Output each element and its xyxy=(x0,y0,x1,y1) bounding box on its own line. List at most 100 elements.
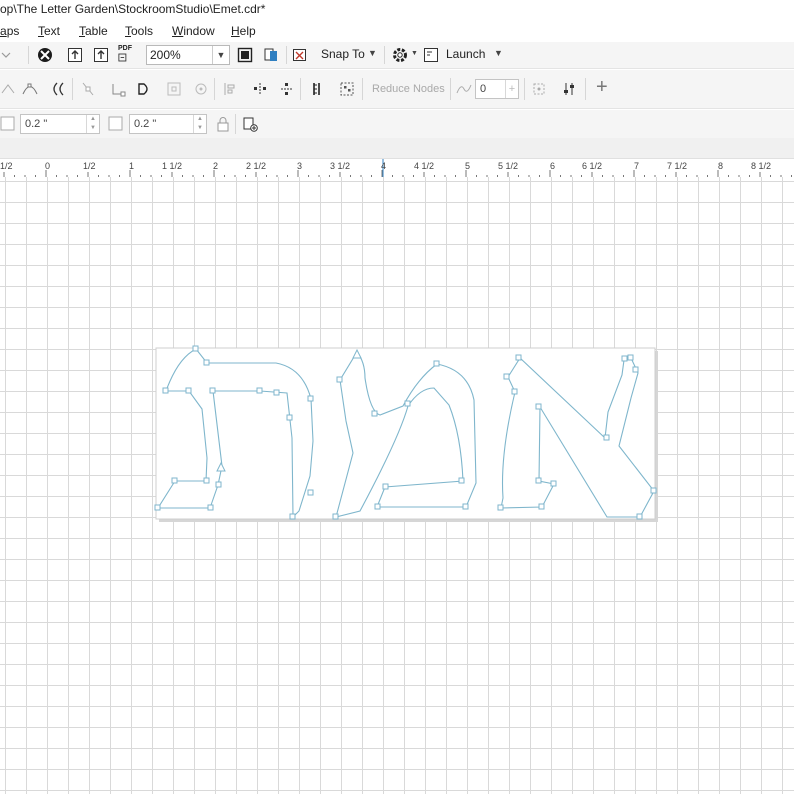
node[interactable] xyxy=(289,513,296,520)
reduce-nodes-button[interactable]: Reduce Nodes xyxy=(372,83,445,95)
menu-item-tools[interactable]: Tools xyxy=(125,24,153,38)
node[interactable] xyxy=(307,395,314,402)
outline-width-field-2[interactable]: 0.2 " ▲ ▼ xyxy=(129,114,207,134)
chevron-down-icon[interactable]: ▼ xyxy=(212,46,229,64)
node[interactable] xyxy=(154,504,161,511)
node[interactable] xyxy=(433,360,440,367)
menu-item-text[interactable]: Text xyxy=(38,24,60,38)
node[interactable] xyxy=(550,480,557,487)
node[interactable] xyxy=(273,389,280,396)
node[interactable] xyxy=(207,504,214,511)
curve-smoothness-icon xyxy=(456,81,472,97)
menu-item-bitmaps[interactable]: aps xyxy=(0,24,19,38)
transform-icon[interactable] xyxy=(263,47,279,63)
drawing-canvas[interactable] xyxy=(0,177,794,794)
node[interactable] xyxy=(535,403,542,410)
extract-subpath-icon[interactable] xyxy=(166,81,182,97)
separator xyxy=(362,78,363,100)
cusp-node-icon[interactable] xyxy=(50,81,66,97)
node[interactable] xyxy=(511,388,518,395)
ruler-label: 7 xyxy=(634,161,640,171)
menu-item-help[interactable]: Help xyxy=(231,24,256,38)
node[interactable] xyxy=(515,354,522,361)
pdf-icon[interactable]: PDF xyxy=(118,45,136,65)
node[interactable] xyxy=(336,376,343,383)
undo-dropdown-icon[interactable] xyxy=(0,47,16,63)
elastic-mode-icon[interactable] xyxy=(193,81,209,97)
snap-to-button[interactable]: Snap To xyxy=(321,47,365,61)
wrap-icon[interactable] xyxy=(242,116,260,134)
select-all-nodes-icon[interactable] xyxy=(339,81,355,97)
mirror-vertical-icon[interactable] xyxy=(279,81,295,97)
lock-icon[interactable] xyxy=(215,116,231,132)
spin-arrows-icon[interactable]: ▲ ▼ xyxy=(86,115,99,133)
artwork[interactable] xyxy=(0,177,794,794)
chevron-down-icon[interactable]: ▼ xyxy=(494,48,503,58)
align-nodes-icon[interactable] xyxy=(222,81,238,97)
outline-swatch-icon[interactable] xyxy=(0,116,16,132)
ruler-label: 4 1/2 xyxy=(414,161,435,171)
spin-arrows-icon[interactable]: ▲ ▼ xyxy=(193,115,206,133)
node[interactable] xyxy=(215,481,222,488)
node[interactable] xyxy=(203,477,210,484)
node[interactable] xyxy=(497,504,504,511)
node[interactable] xyxy=(458,477,465,484)
zoom-combo[interactable]: 200% ▼ xyxy=(146,45,230,65)
mirror-horizontal-icon[interactable] xyxy=(252,81,268,97)
node[interactable] xyxy=(382,483,389,490)
plus-icon[interactable]: + xyxy=(505,80,518,98)
reflect-nodes-icon[interactable] xyxy=(531,81,547,97)
add-button[interactable]: + xyxy=(596,76,608,99)
curve-segment-icon[interactable] xyxy=(22,81,38,97)
node[interactable] xyxy=(286,414,293,421)
cut-icon[interactable] xyxy=(37,47,53,63)
join-nodes-icon[interactable] xyxy=(110,81,126,97)
node[interactable] xyxy=(535,477,542,484)
fullscreen-icon[interactable] xyxy=(237,47,253,63)
node[interactable] xyxy=(621,355,628,362)
node[interactable] xyxy=(538,503,545,510)
snap-icon[interactable] xyxy=(292,47,308,63)
node[interactable] xyxy=(332,513,339,520)
node[interactable] xyxy=(374,503,381,510)
gear-icon[interactable] xyxy=(392,47,408,63)
node[interactable] xyxy=(650,487,657,494)
break-curve-icon[interactable] xyxy=(80,81,96,97)
node[interactable] xyxy=(185,387,192,394)
chevron-down-icon[interactable]: ▼ xyxy=(368,48,377,58)
node[interactable] xyxy=(192,345,199,352)
menu-item-window[interactable]: Window xyxy=(172,24,215,38)
node[interactable] xyxy=(371,410,378,417)
close-curve-icon[interactable] xyxy=(136,81,152,97)
selection-frame[interactable] xyxy=(155,347,656,520)
node[interactable] xyxy=(203,359,210,366)
horizontal-ruler[interactable]: 1/2 0 1/2 1 1 1/2 2 2 1/2 3 3 1/2 4 4 1/… xyxy=(0,158,794,179)
chevron-down-icon[interactable]: ▼ xyxy=(411,50,418,57)
node[interactable] xyxy=(307,489,314,496)
menu-item-table[interactable]: Table xyxy=(79,24,108,38)
node[interactable] xyxy=(209,387,216,394)
outline-width-field-1[interactable]: 0.2 " ▲ ▼ xyxy=(20,114,100,134)
smoothness-spinbox[interactable]: 0 + xyxy=(475,79,519,99)
upload-icon[interactable] xyxy=(67,47,83,63)
launch-button[interactable]: Launch xyxy=(446,47,485,61)
node[interactable] xyxy=(404,400,411,407)
ruler-label: 4 xyxy=(381,161,387,171)
node[interactable] xyxy=(603,434,610,441)
export-icon[interactable] xyxy=(93,47,109,63)
node[interactable] xyxy=(503,373,510,380)
launch-icon[interactable] xyxy=(423,47,439,63)
line-segment-icon[interactable] xyxy=(0,81,16,97)
node[interactable] xyxy=(462,503,469,510)
outline-width-value-2: 0.2 " xyxy=(134,118,157,130)
stretch-nodes-icon[interactable] xyxy=(309,81,325,97)
outline-width-value-1: 0.2 " xyxy=(25,118,48,130)
node[interactable] xyxy=(636,513,643,520)
node[interactable] xyxy=(627,354,634,361)
node[interactable] xyxy=(162,387,169,394)
fill-swatch-icon[interactable] xyxy=(108,116,124,132)
node[interactable] xyxy=(632,366,639,373)
node[interactable] xyxy=(256,387,263,394)
node-sliders-icon[interactable] xyxy=(561,81,577,97)
node[interactable] xyxy=(171,477,178,484)
